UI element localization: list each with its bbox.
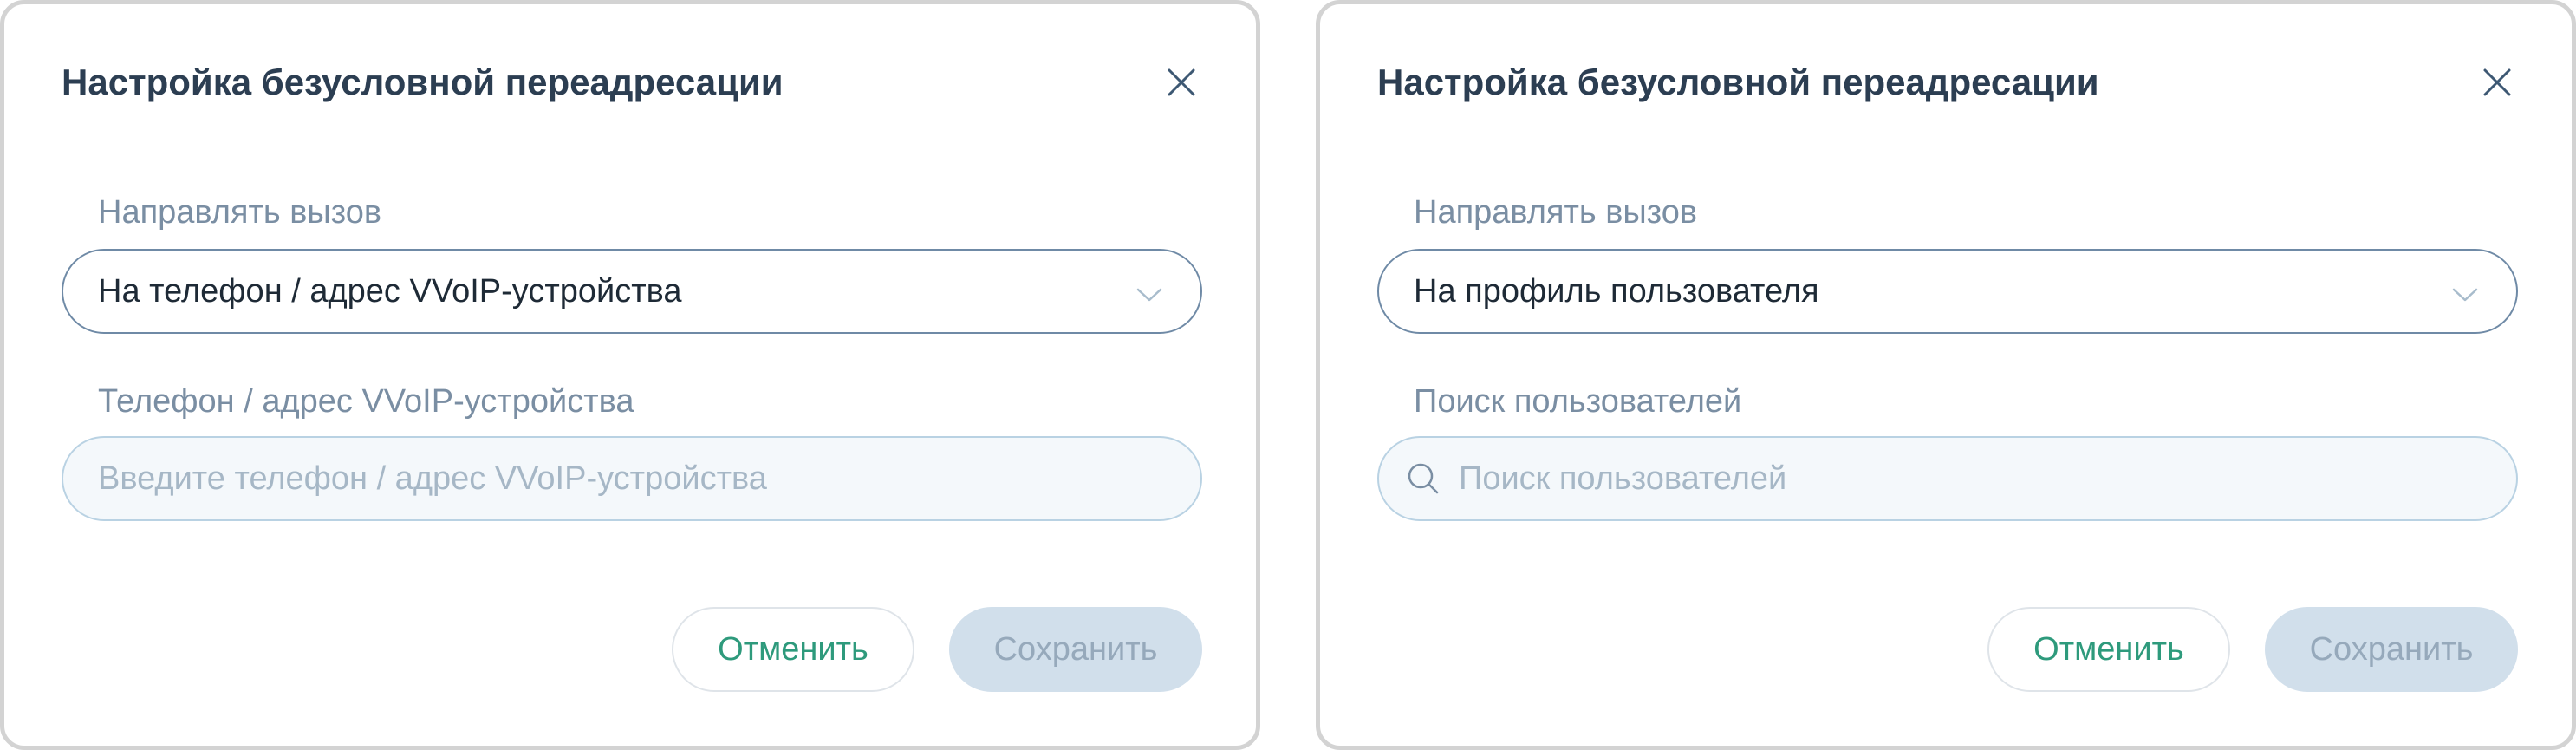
phone-address-field-container	[62, 436, 1202, 521]
dialog-title: Настройка безусловной переадресации	[62, 62, 784, 102]
forwarding-dialog-user: Настройка безусловной переадресации Напр…	[1316, 0, 2576, 750]
user-search-label: Поиск пользователей	[1414, 383, 1742, 420]
screen: Настройка безусловной переадресации Напр…	[0, 0, 2576, 750]
user-search-field-container	[1377, 436, 2518, 521]
route-call-label: Направлять вызов	[98, 194, 382, 231]
user-search-input[interactable]	[1459, 438, 2482, 519]
phone-address-label: Телефон / адрес VVoIP-устройства	[98, 383, 634, 420]
route-call-select[interactable]: На профиль пользователя	[1377, 249, 2518, 334]
forwarding-dialog-phone: Настройка безусловной переадресации Напр…	[0, 0, 1260, 750]
route-call-value: На телефон / адрес VVoIP-устройства	[98, 273, 682, 310]
dialog-title: Настройка безусловной переадресации	[1377, 62, 2099, 102]
close-button[interactable]	[1164, 65, 1199, 100]
phone-address-input[interactable]	[98, 438, 1155, 519]
cancel-button[interactable]: Отменить	[1987, 607, 2230, 692]
search-icon	[1405, 460, 1441, 497]
close-icon	[2480, 65, 2514, 100]
route-call-select[interactable]: На телефон / адрес VVoIP-устройства	[62, 249, 1202, 334]
chevron-down-icon	[2450, 279, 2480, 309]
route-call-value: На профиль пользователя	[1414, 273, 1819, 310]
save-button[interactable]: Сохранить	[2265, 607, 2518, 692]
cancel-button[interactable]: Отменить	[672, 607, 914, 692]
chevron-down-icon	[1135, 279, 1164, 309]
close-button[interactable]	[2480, 65, 2514, 100]
route-call-label: Направлять вызов	[1414, 194, 1698, 231]
close-icon	[1164, 65, 1199, 100]
save-button[interactable]: Сохранить	[949, 607, 1202, 692]
